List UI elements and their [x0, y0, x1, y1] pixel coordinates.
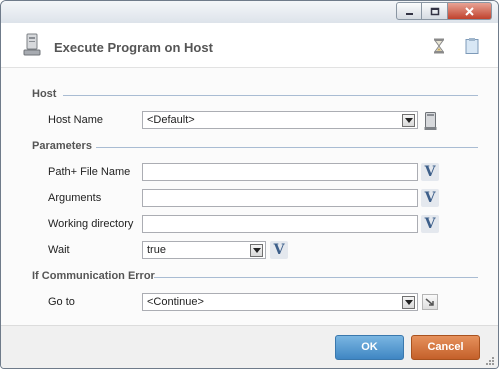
goto-jump-button[interactable]: [422, 294, 438, 310]
wait-label: Wait: [48, 244, 70, 256]
cancel-button[interactable]: Cancel: [411, 335, 480, 360]
path-label: Path+ File Name: [48, 166, 131, 178]
maximize-icon: [430, 7, 439, 15]
host-section-title: Host: [32, 88, 57, 100]
minimize-icon: [405, 12, 413, 15]
host-computer-icon[interactable]: [424, 112, 437, 130]
working-directory-input[interactable]: [142, 215, 418, 233]
arguments-variable-button[interactable]: V: [421, 189, 439, 207]
arguments-label: Arguments: [48, 192, 102, 204]
wait-dropdown[interactable]: true: [142, 241, 266, 259]
comm-error-section-divider: [154, 277, 478, 278]
working-directory-variable-button[interactable]: V: [421, 215, 439, 233]
goto-dropdown[interactable]: <Continue>: [142, 293, 418, 311]
dialog-header: Execute Program on Host: [1, 23, 498, 68]
goto-value: <Continue>: [147, 296, 204, 308]
dialog-content: Host Host Name <Default> Parameters Path…: [1, 68, 498, 325]
wait-value: true: [147, 244, 166, 256]
comm-error-section-title: If Communication Error: [32, 270, 155, 282]
title-bar[interactable]: [1, 1, 498, 23]
host-section-divider: [63, 95, 478, 96]
wait-variable-button[interactable]: V: [270, 241, 288, 259]
host-name-dropdown[interactable]: <Default>: [142, 111, 418, 129]
chevron-down-icon[interactable]: [402, 296, 415, 309]
resize-grip-icon[interactable]: [485, 356, 495, 366]
path-variable-button[interactable]: V: [421, 163, 439, 181]
ok-button[interactable]: OK: [335, 335, 404, 360]
goto-label: Go to: [48, 296, 75, 308]
parameters-section-divider: [96, 147, 478, 148]
arrow-jump-icon: [425, 298, 434, 306]
dialog-window: Execute Program on Host Host Host Name <…: [0, 0, 499, 369]
minimize-button[interactable]: [396, 2, 422, 20]
dialog-footer: OK Cancel: [1, 325, 498, 368]
parameters-section-title: Parameters: [32, 140, 92, 152]
computer-icon: [23, 33, 41, 56]
dialog-title: Execute Program on Host: [54, 40, 213, 55]
host-name-label: Host Name: [48, 114, 104, 126]
path-input[interactable]: [142, 163, 418, 181]
arguments-input[interactable]: [142, 189, 418, 207]
chevron-down-icon[interactable]: [402, 114, 415, 127]
chevron-down-icon[interactable]: [250, 244, 263, 257]
window-controls: [396, 2, 492, 20]
close-button[interactable]: [448, 2, 492, 20]
maximize-button[interactable]: [422, 2, 448, 20]
close-icon: [465, 6, 474, 16]
notes-icon[interactable]: [465, 38, 479, 54]
working-directory-label: Working directory: [48, 218, 134, 230]
hourglass-icon[interactable]: [433, 38, 445, 54]
host-name-value: <Default>: [147, 114, 195, 126]
